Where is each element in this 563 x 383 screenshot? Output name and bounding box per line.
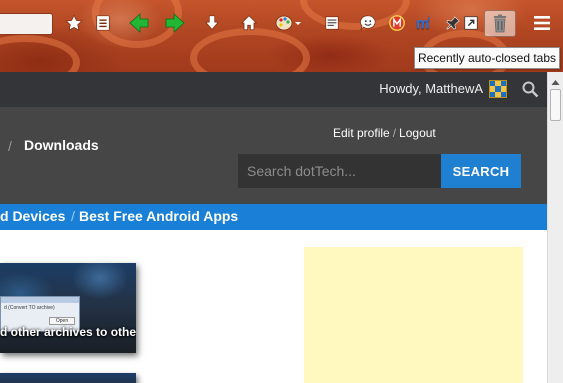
back-arrow-icon[interactable] [127, 11, 151, 35]
profile-links: Edit profile / Logout [333, 126, 436, 140]
site-header: / Downloads Edit profile / Logout SEARCH [0, 107, 547, 204]
category-android-apps[interactable]: Best Free Android Apps [79, 208, 238, 224]
search-input[interactable] [238, 154, 441, 188]
svg-text:i: i [428, 14, 430, 23]
category-nav: d Devices / Best Free Android Apps [0, 204, 547, 230]
profile-links-separator: / [392, 126, 397, 140]
bookmark-star-icon[interactable] [62, 11, 86, 35]
smiley-icon[interactable] [356, 11, 380, 35]
article-thumbnail[interactable] [0, 373, 136, 383]
browser-toolbar: mi Recently auto-closed tabs [0, 0, 563, 90]
search-button[interactable]: SEARCH [441, 154, 521, 188]
category-devices[interactable]: d Devices [0, 208, 65, 224]
thumbnail-caption: d other archives to other [0, 325, 136, 339]
download-icon[interactable] [200, 11, 224, 35]
tooltip: Recently auto-closed tabs [414, 47, 560, 69]
reader-icon[interactable] [320, 11, 344, 35]
scrollbar[interactable] [547, 72, 563, 383]
scroll-up-icon[interactable] [550, 75, 561, 85]
browser-window: mi Recently auto-closed tabs Howdy, Matt… [0, 0, 563, 383]
addon-icon[interactable] [385, 11, 409, 35]
forward-arrow-icon[interactable] [163, 11, 187, 35]
breadcrumb-separator: / [8, 138, 12, 154]
scroll-thumb[interactable] [550, 89, 561, 121]
advertisement [304, 247, 523, 383]
category-separator: / [71, 208, 75, 224]
window-title-text: d (Convert TO archive) [4, 305, 55, 311]
popout-icon[interactable] [459, 11, 483, 35]
avatar[interactable] [489, 80, 507, 98]
home-icon[interactable] [237, 11, 261, 35]
search-icon[interactable] [521, 80, 539, 98]
palette-icon[interactable] [273, 11, 303, 35]
user-greeting[interactable]: Howdy, MatthewA [379, 81, 483, 96]
main-content: d (Convert TO archive) Open Archive d ot… [0, 230, 547, 383]
admin-bar: Howdy, MatthewA [0, 72, 547, 107]
address-bar[interactable] [0, 13, 53, 35]
breadcrumb-downloads[interactable]: Downloads [24, 137, 99, 153]
edit-profile-link[interactable]: Edit profile [333, 126, 390, 140]
menu-icon[interactable] [530, 11, 554, 35]
logout-link[interactable]: Logout [399, 126, 436, 140]
window-button: Open Archive [49, 317, 75, 325]
article-thumbnail[interactable]: d (Convert TO archive) Open Archive d ot… [0, 263, 136, 353]
trash-icon[interactable] [484, 10, 516, 37]
bookmarks-list-icon[interactable] [91, 11, 115, 35]
multi-m-icon[interactable]: mi [412, 11, 436, 35]
